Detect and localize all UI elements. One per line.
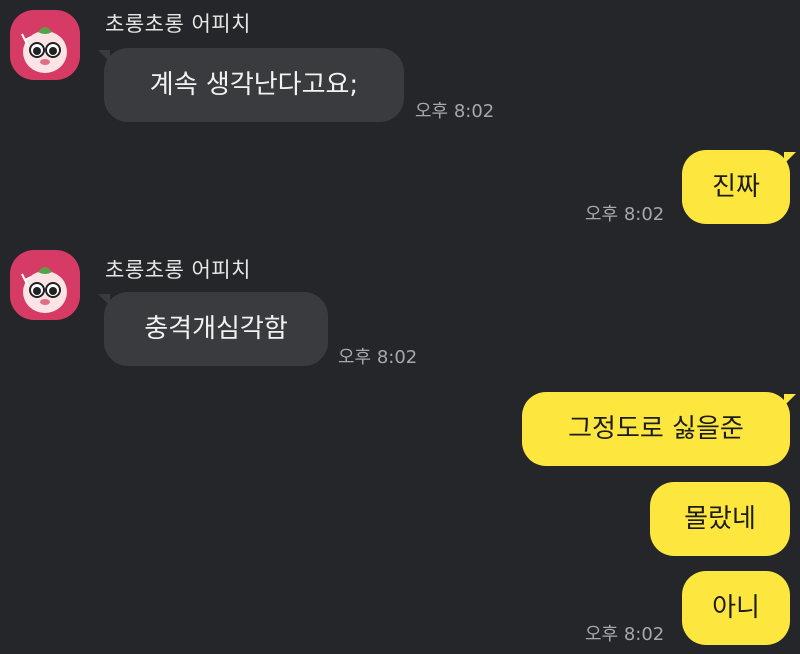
- sender-name: 초롱초롱 어피치: [105, 258, 251, 282]
- chat-window: 초롱초롱 어피치 계속 생각난다고요; 오후 8:02 진짜 오후 8:02 초…: [0, 0, 800, 654]
- message-timestamp: 오후 8:02: [415, 101, 495, 122]
- message-bubble-outgoing[interactable]: 아니: [682, 571, 790, 645]
- message-bubble-outgoing[interactable]: 그정도로 싫을준: [522, 392, 790, 466]
- message-bubble-outgoing[interactable]: 몰랐네: [650, 482, 790, 556]
- message-bubble-incoming[interactable]: 충격개심각함: [104, 292, 328, 366]
- message-timestamp: 오후 8:02: [338, 347, 418, 368]
- apeach-character-icon: [21, 267, 67, 313]
- avatar[interactable]: [10, 10, 80, 80]
- bubble-tail: [784, 394, 796, 406]
- apeach-character-icon: [21, 27, 67, 73]
- message-timestamp: 오후 8:02: [585, 204, 665, 225]
- sender-name: 초롱초롱 어피치: [105, 12, 251, 36]
- bubble-tail: [784, 152, 796, 164]
- message-bubble-outgoing[interactable]: 진짜: [682, 150, 790, 224]
- message-timestamp: 오후 8:02: [585, 624, 665, 645]
- message-bubble-incoming[interactable]: 계속 생각난다고요;: [104, 48, 404, 122]
- avatar[interactable]: [10, 250, 80, 320]
